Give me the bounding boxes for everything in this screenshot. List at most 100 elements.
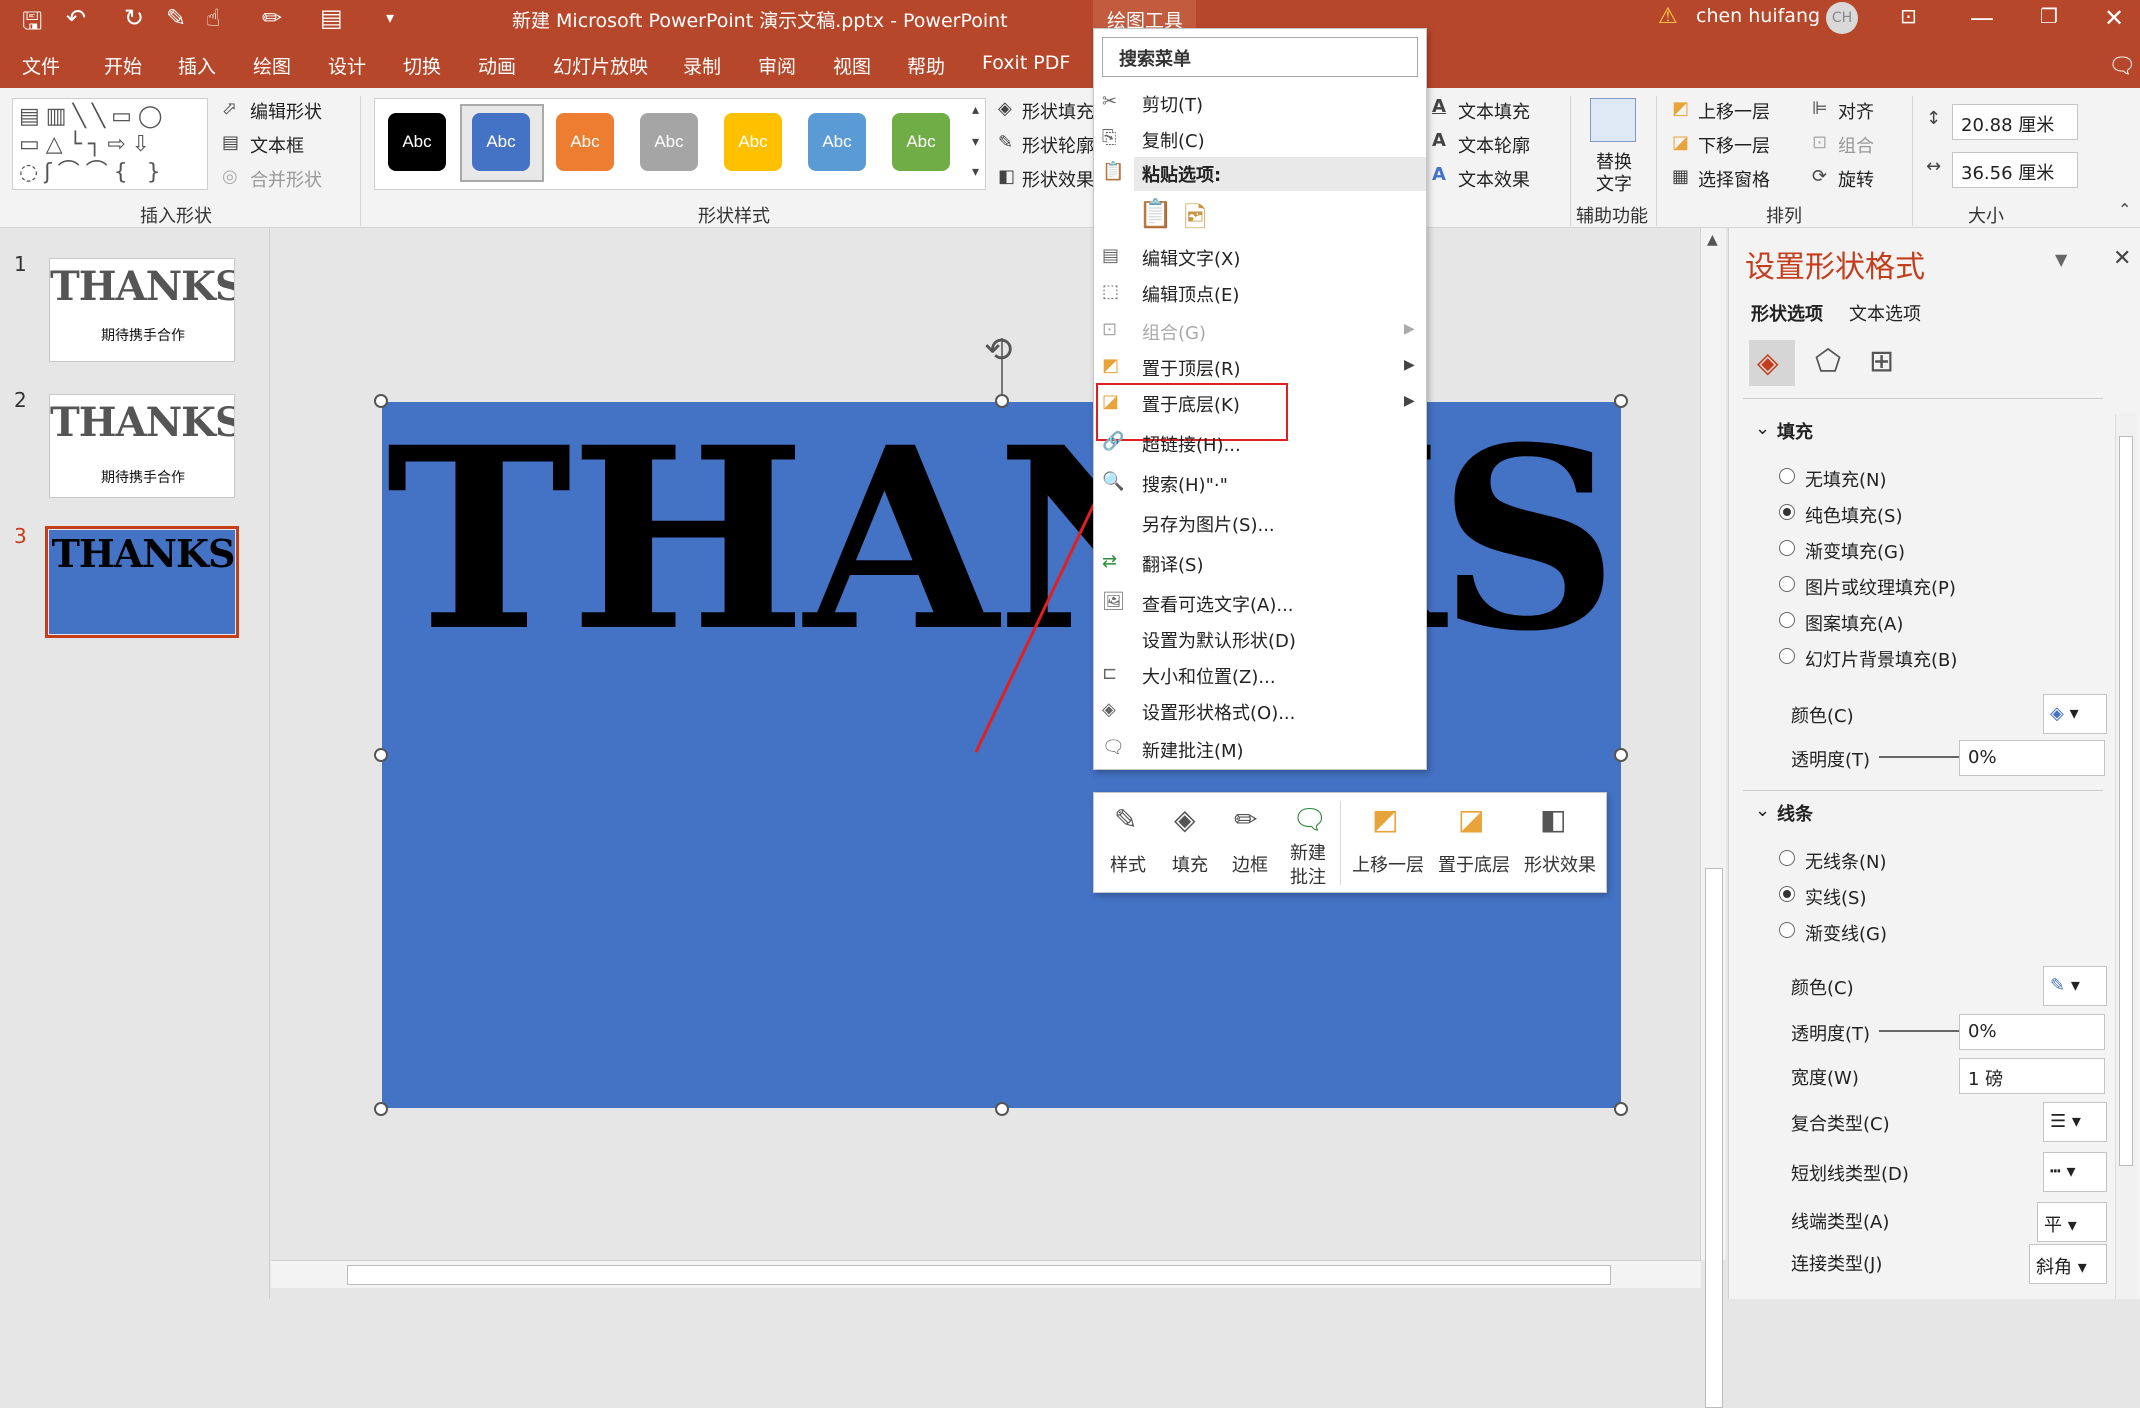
- tab-insert[interactable]: 插入: [178, 52, 216, 79]
- tab-record[interactable]: 录制: [683, 52, 721, 79]
- pattern-fill-label[interactable]: 图案填充(A): [1805, 610, 1903, 636]
- mini-send-to-back-button[interactable]: 置于底层: [1438, 851, 1510, 877]
- tab-shape-options[interactable]: 形状选项: [1751, 300, 1823, 326]
- text-effects-button[interactable]: 文本效果: [1458, 166, 1530, 192]
- tab-transitions[interactable]: 切换: [403, 52, 441, 79]
- line-section-header[interactable]: 线条: [1777, 800, 1813, 826]
- send-backward-icon[interactable]: ◪: [1672, 132, 1689, 153]
- border-icon[interactable]: ✏: [1234, 803, 1257, 836]
- style-swatch-black[interactable]: Abc: [388, 113, 446, 171]
- text-outline-icon[interactable]: A: [1432, 130, 1446, 151]
- radio-picture-fill[interactable]: [1779, 576, 1795, 592]
- no-line-label[interactable]: 无线条(N): [1805, 848, 1887, 874]
- text-outline-button[interactable]: 文本轮廓: [1458, 132, 1530, 158]
- mini-shape-effects-button[interactable]: 形状效果: [1524, 851, 1596, 877]
- effects-pentagon-icon[interactable]: ⬠: [1815, 344, 1841, 379]
- menu-item-cut[interactable]: 剪切(T): [1142, 91, 1203, 117]
- tab-help[interactable]: 帮助: [907, 52, 945, 79]
- menu-item-new-comment[interactable]: 新建批注(M): [1142, 737, 1244, 763]
- avatar[interactable]: CH: [1826, 2, 1858, 34]
- menu-item-alt-text[interactable]: 查看可选文字(A)...: [1142, 591, 1294, 617]
- tab-animations[interactable]: 动画: [478, 52, 516, 79]
- tab-draw[interactable]: 绘图: [253, 52, 291, 79]
- shape-effects-icon[interactable]: ◧: [998, 166, 1015, 187]
- warning-icon[interactable]: ⚠: [1658, 4, 1678, 29]
- radio-no-fill[interactable]: [1779, 468, 1795, 484]
- pane-scrollbar[interactable]: [2115, 414, 2137, 1299]
- h-scroll-thumb[interactable]: [347, 1265, 1611, 1285]
- rotate-icon[interactable]: ⟳: [1812, 166, 1827, 187]
- no-fill-label[interactable]: 无填充(N): [1805, 466, 1887, 492]
- mini-style-button[interactable]: 样式: [1110, 851, 1146, 877]
- text-box-button[interactable]: 文本框: [250, 132, 304, 158]
- text-fill-icon[interactable]: A: [1432, 96, 1446, 117]
- mini-new-comment-line1[interactable]: 新建: [1290, 839, 1326, 865]
- solid-line-label[interactable]: 实线(S): [1805, 884, 1866, 910]
- text-effects-icon[interactable]: A: [1432, 164, 1446, 185]
- tab-foxit-pdf[interactable]: Foxit PDF: [982, 52, 1070, 74]
- radio-solid-fill[interactable]: [1779, 504, 1795, 520]
- slide-thumbnail-1[interactable]: THANKS 期待携手合作: [49, 258, 235, 362]
- menu-item-bring-to-front[interactable]: 置于顶层(R): [1142, 355, 1241, 381]
- rotate-button[interactable]: 旋转: [1838, 166, 1874, 192]
- tab-review[interactable]: 审阅: [758, 52, 796, 79]
- edit-shape-icon[interactable]: ⬀: [222, 98, 237, 119]
- selection-pane-button[interactable]: 选择窗格: [1698, 166, 1770, 192]
- mini-new-comment-line2[interactable]: 批注: [1290, 863, 1326, 889]
- resize-handle[interactable]: [374, 748, 388, 762]
- touch-mode-icon[interactable]: ☝: [206, 4, 221, 32]
- spelling-icon[interactable]: ✎: [166, 4, 186, 32]
- fill-transparency-input[interactable]: 0%: [1959, 740, 2105, 776]
- pane-scroll-thumb[interactable]: [2119, 436, 2133, 1166]
- shape-fill-button[interactable]: 形状填充: [1022, 98, 1094, 124]
- cap-type-dropdown[interactable]: 平 ▾: [2037, 1202, 2107, 1242]
- shape-icons[interactable]: ▤▥╲╲▭◯ ▭△└┐⇨⇩ ◌ʃ⌒⌒{ }: [19, 103, 168, 187]
- align-button[interactable]: 对齐: [1838, 98, 1874, 124]
- alt-text-icon[interactable]: [1590, 98, 1636, 142]
- menu-item-translate[interactable]: 翻译(S): [1142, 551, 1203, 577]
- ribbon-display-icon[interactable]: ⊡: [1900, 4, 1917, 28]
- fill-icon[interactable]: ◈: [1174, 803, 1196, 836]
- gradient-line-label[interactable]: 渐变线(G): [1805, 920, 1887, 946]
- style-swatch-blue[interactable]: Abc: [472, 113, 530, 171]
- radio-solid-line[interactable]: [1779, 886, 1795, 902]
- slide-thumbnail-2[interactable]: THANKS 期待携手合作: [49, 394, 235, 498]
- resize-handle[interactable]: [995, 1102, 1009, 1116]
- size-properties-icon[interactable]: ⊞: [1869, 344, 1894, 379]
- menu-item-hyperlink[interactable]: 超链接(H)...: [1142, 431, 1241, 457]
- resize-handle[interactable]: [1614, 748, 1628, 762]
- shape-fill-icon[interactable]: ◈: [998, 98, 1012, 119]
- selection-pane-icon[interactable]: ▦: [1672, 166, 1689, 187]
- shape-outline-button[interactable]: 形状轮廓: [1022, 132, 1094, 158]
- gradient-fill-label[interactable]: 渐变填充(G): [1805, 538, 1905, 564]
- customize-quick-access-icon[interactable]: ▾: [386, 8, 394, 27]
- gallery-scroll-up-icon[interactable]: ▴: [972, 102, 979, 118]
- alt-text-line2[interactable]: 文字: [1596, 170, 1632, 196]
- style-swatch-lightblue[interactable]: Abc: [808, 113, 866, 171]
- menu-item-save-as-picture[interactable]: 另存为图片(S)...: [1142, 511, 1275, 537]
- menu-item-size-position[interactable]: 大小和位置(Z)...: [1142, 663, 1276, 689]
- fill-line-icon[interactable]: ◈: [1757, 346, 1779, 379]
- menu-item-set-default-shape[interactable]: 设置为默认形状(D): [1142, 627, 1296, 653]
- menu-item-copy[interactable]: 复制(C): [1142, 127, 1205, 153]
- mini-border-button[interactable]: 边框: [1232, 851, 1268, 877]
- gallery-expand-icon[interactable]: ▾: [972, 164, 979, 180]
- undo-icon[interactable]: ↶: [66, 4, 86, 32]
- mini-fill-button[interactable]: 填充: [1172, 851, 1208, 877]
- style-icon[interactable]: ✎: [1114, 803, 1137, 836]
- shape-outline-icon[interactable]: ✎: [998, 132, 1013, 153]
- paste-picture-icon[interactable]: 🖻: [1184, 197, 1207, 245]
- layout-icon[interactable]: ▤: [320, 4, 343, 32]
- horizontal-scrollbar[interactable]: [271, 1260, 1701, 1288]
- slide-thumbnail-3[interactable]: THANKS: [49, 530, 235, 634]
- radio-gradient-line[interactable]: [1779, 922, 1795, 938]
- restore-icon[interactable]: ❐: [2040, 4, 2058, 28]
- resize-handle[interactable]: [374, 1102, 388, 1116]
- new-comment-icon[interactable]: 🗨: [1292, 803, 1328, 836]
- text-fill-button[interactable]: 文本填充: [1458, 98, 1530, 124]
- rotate-handle-icon[interactable]: ⟲: [984, 330, 1013, 370]
- fill-collapse-icon[interactable]: ⌄: [1755, 418, 1770, 439]
- bring-forward-icon[interactable]: ◩: [1672, 98, 1689, 119]
- edit-shape-button[interactable]: 编辑形状: [250, 98, 322, 124]
- shape-effects-button[interactable]: 形状效果: [1022, 166, 1094, 192]
